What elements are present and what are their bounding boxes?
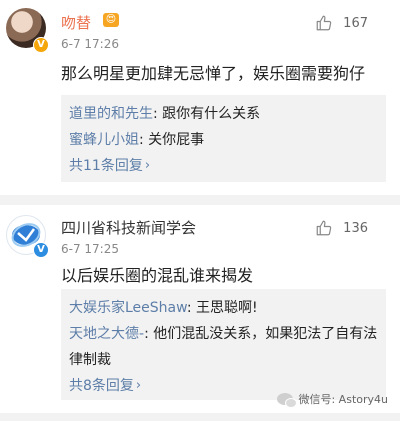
comment-username[interactable]: 四川省科技新闻学会 [61, 217, 196, 238]
reply-item[interactable]: 天地之大德-: 他们混乱没关系，如果犯法了自有法律制裁 [69, 321, 378, 373]
chevron-right-icon: › [135, 378, 142, 393]
verified-badge-icon: V [33, 242, 49, 258]
chevron-right-icon: › [144, 158, 151, 173]
more-replies-label: 共11条回复 [69, 158, 143, 174]
reply-item[interactable]: 蜜蜂儿小姐: 关你屁事 [69, 127, 378, 153]
reply-item[interactable]: 道里的和先生: 跟你有什么关系 [69, 101, 378, 127]
like-button[interactable]: 167 [315, 14, 368, 32]
thumbs-up-icon [316, 15, 332, 31]
reply-text: : 关你屁事 [139, 132, 205, 148]
reply-text: : 王思聪啊! [186, 300, 258, 316]
comment-username[interactable]: 吻替 [61, 12, 91, 33]
comment-text: 以后娱乐圈的混乱谁来揭发 [61, 266, 254, 285]
watermark-text: 微信号: Astory4u [298, 393, 388, 406]
comment-1: V 吻替 😍 6-7 17:26 167 那么明星更加肆无忌惮了，娱乐圈需要狗仔… [0, 0, 400, 195]
comment-text: 那么明星更加肆无忌惮了，娱乐圈需要狗仔 [61, 64, 366, 83]
comment-time: 6-7 17:26 [61, 37, 119, 51]
comment-time: 6-7 17:25 [61, 242, 119, 256]
reply-box[interactable]: 大娱乐家LeeShaw: 王思聪啊! 天地之大德-: 他们混乱没关系，如果犯法了… [61, 289, 386, 400]
like-count: 136 [343, 220, 368, 236]
verified-badge-icon: V [33, 37, 49, 53]
reply-username[interactable]: 大娱乐家LeeShaw [69, 300, 187, 316]
wechat-icon [277, 393, 298, 408]
like-button[interactable]: 136 [315, 219, 368, 237]
user-badge-icon: 😍 [103, 13, 119, 27]
reply-username[interactable]: 天地之大德- [69, 326, 144, 342]
divider [0, 195, 400, 205]
reply-username[interactable]: 蜜蜂儿小姐 [69, 132, 139, 148]
more-replies-label: 共8条回复 [69, 378, 134, 394]
reply-item[interactable]: 大娱乐家LeeShaw: 王思聪啊! [69, 295, 378, 321]
reply-box[interactable]: 道里的和先生: 跟你有什么关系 蜜蜂儿小姐: 关你屁事 共11条回复 › [61, 95, 386, 182]
comment-2: V 四川省科技新闻学会 6-7 17:25 136 以后娱乐圈的混乱谁来揭发 大… [0, 205, 400, 413]
thumbs-up-icon [316, 220, 332, 236]
more-replies-link[interactable]: 共11条回复 › [69, 153, 378, 179]
reply-username[interactable]: 道里的和先生 [69, 106, 153, 122]
watermark: 微信号: Astory4u [277, 391, 388, 408]
like-count: 167 [343, 15, 368, 31]
reply-text: : 跟你有什么关系 [153, 106, 261, 122]
divider [0, 413, 400, 421]
